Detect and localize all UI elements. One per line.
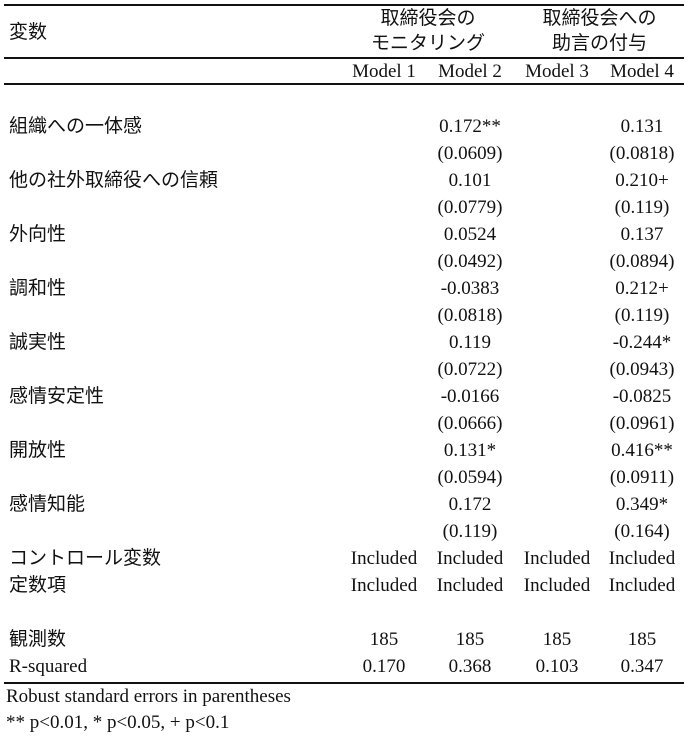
control-cell: Included xyxy=(436,575,504,596)
control-cell: Included xyxy=(608,548,676,569)
standard-error-cell: (0.0609) xyxy=(437,143,503,164)
coefficient-cell: 0.0524 xyxy=(443,224,497,245)
coefficient-cell: -0.244* xyxy=(612,332,672,353)
coefficient-cell: 0.137 xyxy=(620,224,664,245)
variable-label: 組織への一体感 xyxy=(9,116,143,137)
control-cell: Included xyxy=(350,575,418,596)
standard-error-cell: (0.0492) xyxy=(437,251,503,272)
standard-error-cell: (0.0818) xyxy=(609,143,675,164)
coefficient-cell: 0.172** xyxy=(439,116,501,137)
group-header-advice-line1: 取締役会への xyxy=(542,8,657,29)
variable-label: 感情安定性 xyxy=(9,386,105,407)
statistic-cell: 185 xyxy=(455,629,485,650)
coefficient-cell: 0.172 xyxy=(448,494,492,515)
group-header-advice-line2: 助言の付与 xyxy=(551,33,647,54)
statistic-cell: 185 xyxy=(627,629,657,650)
statistic-label: 観測数 xyxy=(9,629,67,650)
statistic-cell: 0.368 xyxy=(448,656,492,677)
control-cell: Included xyxy=(523,575,591,596)
statistic-cell: 0.347 xyxy=(620,656,664,677)
variable-label: 調和性 xyxy=(9,278,67,299)
model-rule xyxy=(4,83,684,85)
coefficient-cell: 0.349* xyxy=(615,494,669,515)
group-header-monitoring-line2: モニタリング xyxy=(370,33,485,54)
coefficient-cell: 0.119 xyxy=(448,332,492,353)
standard-error-cell: (0.0722) xyxy=(437,359,503,380)
coefficient-cell: 0.212+ xyxy=(615,278,669,299)
model-header-1: Model 1 xyxy=(352,61,416,82)
standard-error-cell: (0.0666) xyxy=(437,413,503,434)
standard-error-cell: (0.0911) xyxy=(609,467,675,488)
variable-label: 感情知能 xyxy=(9,494,86,515)
control-label: 定数項 xyxy=(9,575,67,596)
coefficient-cell: -0.0166 xyxy=(440,386,500,407)
coefficient-cell: -0.0825 xyxy=(612,386,672,407)
coefficient-cell: 0.101 xyxy=(448,170,492,191)
coefficient-cell: 0.416** xyxy=(611,440,673,461)
note-significance: ** p<0.01, * p<0.05, + p<0.1 xyxy=(6,712,230,733)
standard-error-cell: (0.0779) xyxy=(437,197,503,218)
model-header-3: Model 3 xyxy=(525,61,589,82)
model-header-4: Model 4 xyxy=(610,61,674,82)
control-label: コントロール変数 xyxy=(9,548,162,569)
coefficient-cell: 0.210+ xyxy=(615,170,669,191)
coefficient-cell: 0.131 xyxy=(620,116,664,137)
standard-error-cell: (0.0961) xyxy=(609,413,675,434)
model-header-2: Model 2 xyxy=(438,61,502,82)
standard-error-cell: (0.119) xyxy=(614,305,670,326)
standard-error-cell: (0.119) xyxy=(614,197,670,218)
variable-column-header: 変数 xyxy=(9,22,48,43)
variable-label: 外向性 xyxy=(9,224,67,245)
control-cell: Included xyxy=(608,575,676,596)
coefficient-cell: 0.131* xyxy=(443,440,497,461)
standard-error-cell: (0.0818) xyxy=(437,305,503,326)
standard-error-cell: (0.119) xyxy=(442,521,498,542)
statistic-cell: 185 xyxy=(369,629,399,650)
variable-label: 開放性 xyxy=(9,440,67,461)
coefficient-cell: -0.0383 xyxy=(440,278,500,299)
group-header-monitoring-line1: 取締役会の xyxy=(380,8,476,29)
statistic-cell: 185 xyxy=(542,629,572,650)
standard-error-cell: (0.0894) xyxy=(609,251,675,272)
standard-error-cell: (0.164) xyxy=(614,521,670,542)
standard-error-cell: (0.0594) xyxy=(437,467,503,488)
variable-label: 誠実性 xyxy=(9,332,67,353)
statistic-label: R-squared xyxy=(9,656,88,677)
control-cell: Included xyxy=(436,548,504,569)
variable-label: 他の社外取締役への信頼 xyxy=(9,170,219,191)
standard-error-cell: (0.0943) xyxy=(609,359,675,380)
statistic-cell: 0.103 xyxy=(535,656,579,677)
control-cell: Included xyxy=(523,548,591,569)
control-cell: Included xyxy=(350,548,418,569)
note-standard-errors: Robust standard errors in parentheses xyxy=(6,686,291,707)
statistic-cell: 0.170 xyxy=(362,656,406,677)
